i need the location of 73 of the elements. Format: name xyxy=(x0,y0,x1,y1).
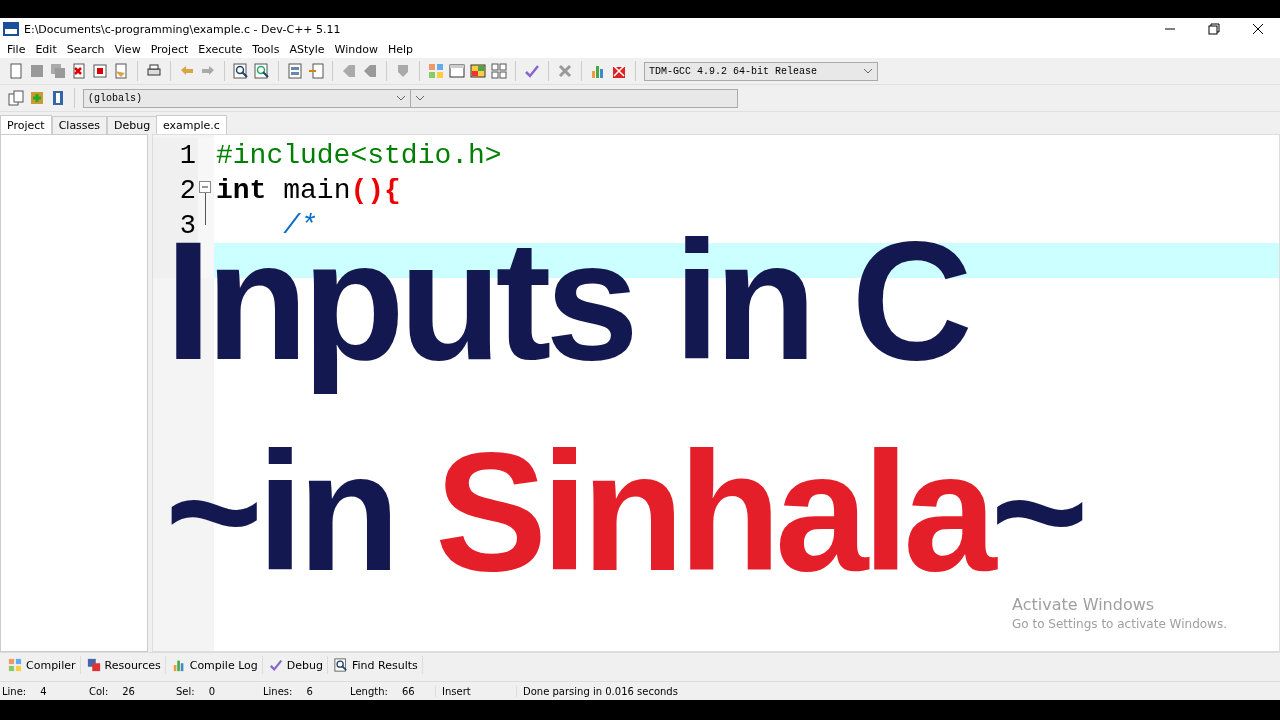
bookmark-icon[interactable] xyxy=(50,90,66,106)
status-value: 66 xyxy=(401,685,415,697)
menu-item[interactable]: View xyxy=(109,42,146,56)
panel-tab[interactable]: Project xyxy=(0,115,52,134)
output-tab[interactable]: Compiler xyxy=(4,656,81,674)
status-label: Line: xyxy=(2,685,27,697)
menu-item[interactable]: Help xyxy=(382,42,418,56)
code-line: int main(){ xyxy=(215,175,401,206)
status-value: 4 xyxy=(40,685,47,697)
cross-icon[interactable] xyxy=(557,63,573,79)
menu-item[interactable]: Project xyxy=(145,42,194,56)
menu-item[interactable]: Search xyxy=(61,42,110,56)
output-tab[interactable]: Resources xyxy=(82,656,166,674)
replace-icon[interactable] xyxy=(254,63,270,79)
grid-icon[interactable] xyxy=(428,63,444,79)
save-icon[interactable] xyxy=(29,63,45,79)
app-icon xyxy=(3,21,19,37)
open-file-icon[interactable] xyxy=(113,63,129,79)
window-icon[interactable] xyxy=(449,63,465,79)
delete-chart-icon[interactable] xyxy=(611,63,627,79)
caret-icon xyxy=(863,68,873,74)
line-number: 1 xyxy=(153,138,198,173)
overlay-title: ~in Sinhala~ xyxy=(165,441,1083,584)
status-message: Done parsing in 0.016 seconds xyxy=(516,685,678,697)
close-file-icon[interactable] xyxy=(71,63,87,79)
status-label: Col: xyxy=(89,685,109,697)
menu-item[interactable]: AStyle xyxy=(284,42,330,56)
fold-line xyxy=(205,193,206,225)
panel-icon[interactable] xyxy=(287,63,303,79)
panel-tab[interactable]: Classes xyxy=(51,116,108,134)
add-icon[interactable] xyxy=(29,90,45,106)
menu-item[interactable]: Execute xyxy=(193,42,248,56)
menu-item[interactable]: Tools xyxy=(247,42,285,56)
class-icon[interactable] xyxy=(8,90,24,106)
tiles-icon[interactable] xyxy=(491,63,507,79)
function-dropdown[interactable] xyxy=(410,88,738,108)
search-icon xyxy=(334,658,349,672)
bar-chart-icon xyxy=(171,658,186,672)
line-number: 2 xyxy=(153,173,198,208)
file-tab[interactable]: example.c xyxy=(156,115,227,134)
output-tab[interactable]: Debug xyxy=(264,656,329,674)
edit-mode: Insert xyxy=(435,685,516,697)
output-tab[interactable]: Compile Log xyxy=(167,656,263,674)
color-grid-icon[interactable] xyxy=(470,63,486,79)
squares-icon xyxy=(86,658,101,672)
status-label: Lines: xyxy=(263,685,293,697)
check-icon xyxy=(268,658,283,672)
fold-marker-icon[interactable] xyxy=(199,181,211,193)
status-value: 0 xyxy=(208,685,216,697)
grid-icon xyxy=(8,658,22,672)
printer-icon[interactable] xyxy=(146,63,162,79)
menu-item[interactable]: Edit xyxy=(30,42,62,56)
code-line: /* xyxy=(282,210,317,241)
shield-icon[interactable] xyxy=(395,63,411,79)
menu-item[interactable]: File xyxy=(2,42,31,56)
status-label: Length: xyxy=(350,685,388,697)
check-icon[interactable] xyxy=(524,63,540,79)
code-line: #include<stdio.h> xyxy=(215,140,502,171)
scope-dropdown[interactable]: (globals) xyxy=(83,88,411,108)
save-all-icon[interactable] xyxy=(50,63,66,79)
window-title: E:\Documents\c-programming\example.c - Dev-C++ 5.11 xyxy=(24,22,342,36)
panel-tab[interactable]: Debug xyxy=(107,116,158,134)
status-value: 26 xyxy=(122,685,135,697)
status-value: 6 xyxy=(306,685,313,697)
search-icon[interactable] xyxy=(233,63,249,79)
bar-chart-icon[interactable] xyxy=(590,63,606,79)
close-all-icon[interactable] xyxy=(92,63,108,79)
compiler-dropdown[interactable]: TDM-GCC 4.9.2 64-bit Release xyxy=(644,61,878,81)
activation-notice: Activate Windows Go to Settings to activate Windows. xyxy=(1012,595,1227,631)
output-tab[interactable]: Find Results xyxy=(330,656,423,674)
status-label: Sel: xyxy=(176,685,195,697)
menu-item[interactable]: Window xyxy=(329,42,383,56)
new-file-icon[interactable] xyxy=(8,63,24,79)
